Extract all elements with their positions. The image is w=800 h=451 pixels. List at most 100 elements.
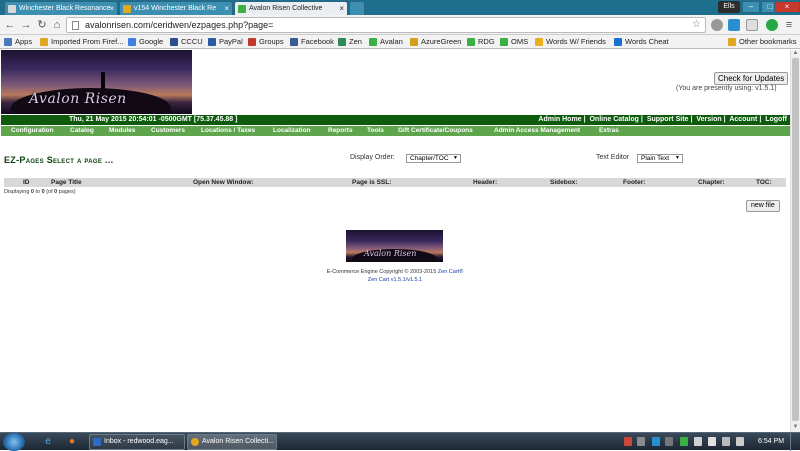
close-tab-icon[interactable]: × [224,2,229,15]
bookmark-google[interactable]: Google [128,37,163,47]
footer-logo[interactable]: Avalon Risen [346,230,443,262]
browser-tab-1[interactable]: Winchester Black Resonance × [4,1,118,15]
tray-icon[interactable] [694,437,702,446]
bookmark-avalan[interactable]: Avalan [369,37,403,47]
apps-grid-icon [4,38,12,46]
bookmark-cccu[interactable]: CCCU [170,37,203,47]
scroll-down-icon[interactable]: ▼ [792,424,799,431]
bookmark-imported[interactable]: Imported From Firef... [40,37,124,47]
menu-localization[interactable]: Localization [273,126,311,136]
tray-icon[interactable] [680,437,688,446]
menu-tools[interactable]: Tools [367,126,384,136]
close-tab-icon[interactable]: × [109,2,114,15]
col-sidebox: Sidebox: [550,179,578,186]
volume-icon[interactable] [736,437,744,446]
menu-modules[interactable]: Modules [109,126,135,136]
system-clock[interactable]: 6:54 PM [758,433,784,451]
new-tab-button[interactable] [349,1,365,15]
forward-arrow-icon[interactable]: → [20,18,32,32]
home-icon[interactable]: ⌂ [51,18,63,32]
admin-links: Admin Home | Online Catalog | Support Site… [538,116,787,123]
bookmark-star-icon[interactable]: ☆ [692,18,701,32]
scroll-up-icon[interactable]: ▲ [792,50,799,57]
tab-title: v154 Winchester Black Re [134,5,217,12]
internet-explorer-icon[interactable]: e [42,436,54,448]
support-site-link[interactable]: Support Site [647,116,689,123]
extension-icon[interactable] [766,19,778,31]
extension-icon[interactable] [728,19,740,31]
bookmark-label: Imported From Firef... [51,37,124,46]
menu-configuration[interactable]: Configuration [11,126,54,136]
taskbar-item-inbox[interactable]: Inbox - redwood.eag... [89,434,185,450]
check-for-updates-button[interactable]: Check for Updates [714,72,789,85]
scrollbar-thumb[interactable] [792,58,799,421]
pagination-summary: Displaying 0 to 0 (of 0 pages) [4,189,76,195]
bookmark-azuregreen[interactable]: AzureGreen [410,37,461,47]
bookmark-oms[interactable]: OMS [500,37,528,47]
menu-customers[interactable]: Customers [151,126,185,136]
tray-icon[interactable] [624,437,632,446]
display-order-select[interactable]: Chapter/TOC ▼ [406,154,461,163]
extension-icon[interactable] [711,19,723,31]
col-footer: Footer: [623,179,646,186]
store-logo-banner[interactable]: Avalon Risen [1,50,192,114]
flag-icon[interactable] [708,437,716,446]
new-file-button[interactable]: new file [746,200,780,212]
bookmarks-bar: Apps Imported From Firef... Google CCCU … [0,35,800,49]
bookmark-facebook[interactable]: Facebook [290,37,334,47]
bookmark-words-cheat[interactable]: Words Cheat [614,37,669,47]
menu-gift-certificates[interactable]: Gift Certificate/Coupons [398,126,473,136]
address-bar[interactable]: avalonrisen.com/ceridwen/ezpages.php?pag… [66,17,706,33]
displaying-mid: to [33,189,42,195]
bookmark-apps[interactable]: Apps [4,37,32,47]
online-catalog-link[interactable]: Online Catalog [589,116,638,123]
bookmark-groups[interactable]: Groups [248,37,284,47]
extension-icon[interactable] [746,19,758,31]
menu-locations-taxes[interactable]: Locations / Taxes [201,126,255,136]
text-editor-value: Plain Text [641,155,670,162]
chevron-down-icon: ▼ [453,155,458,161]
text-editor-select[interactable]: Plain Text ▼ [637,154,683,163]
start-button[interactable] [3,433,25,451]
browser-tab-strip: Winchester Black Resonance × v154 Winche… [0,0,800,15]
minimize-icon[interactable]: – [742,1,760,13]
user-profile-badge[interactable]: Ells [718,1,740,13]
bookmark-zen[interactable]: Zen [338,37,362,47]
task-title: Avalon Risen Collecti... [202,438,274,445]
browser-tab-3[interactable]: Avalon Risen Collective × [234,1,348,15]
show-desktop-button[interactable] [790,433,800,451]
logoff-link[interactable]: Logoff [765,116,787,123]
version-link[interactable]: Version [696,116,721,123]
account-link[interactable]: Account [729,116,757,123]
back-arrow-icon[interactable]: ← [4,18,16,32]
firefox-icon[interactable]: ● [66,436,78,448]
browser-tab-2[interactable]: v154 Winchester Black Re × [119,1,233,15]
admin-header-bar: Thu, 21 May 2015 20:54:01 -0500GMT [75.3… [1,115,790,125]
displaying-prefix: Displaying [4,189,31,195]
menu-reports[interactable]: Reports [328,126,353,136]
footer-logo-text: Avalon Risen [364,249,417,258]
tray-icon[interactable] [665,437,673,446]
close-window-icon[interactable]: × [774,1,800,13]
bookmark-words-with-friends[interactable]: Words W/ Friends [535,37,606,47]
other-bookmarks[interactable]: Other bookmarks [728,37,797,47]
network-icon[interactable] [722,437,730,446]
page-scrollbar[interactable]: ▲ ▼ [790,50,800,432]
reload-icon[interactable]: ↻ [36,18,48,32]
menu-extras[interactable]: Extras [599,126,619,136]
zen-cart-version-link[interactable]: Zen Cart v1.5.1/v1.5.1 [368,277,422,283]
zen-cart-link[interactable]: Zen Cart® [438,269,463,275]
taskbar-item-browser[interactable]: Avalon Risen Collecti... [187,434,277,450]
skype-icon[interactable] [652,437,660,446]
close-tab-icon[interactable]: × [339,2,344,15]
folder-icon [728,38,736,46]
tray-icon[interactable] [637,437,645,446]
paypal-icon [208,38,216,46]
bookmark-rdg[interactable]: RDG [467,37,495,47]
azuregreen-icon [410,38,418,46]
bookmark-paypal[interactable]: PayPal [208,37,243,47]
menu-icon[interactable]: ≡ [783,18,795,32]
menu-admin-access[interactable]: Admin Access Management [494,126,580,136]
admin-home-link[interactable]: Admin Home [538,116,581,123]
menu-catalog[interactable]: Catalog [70,126,94,136]
